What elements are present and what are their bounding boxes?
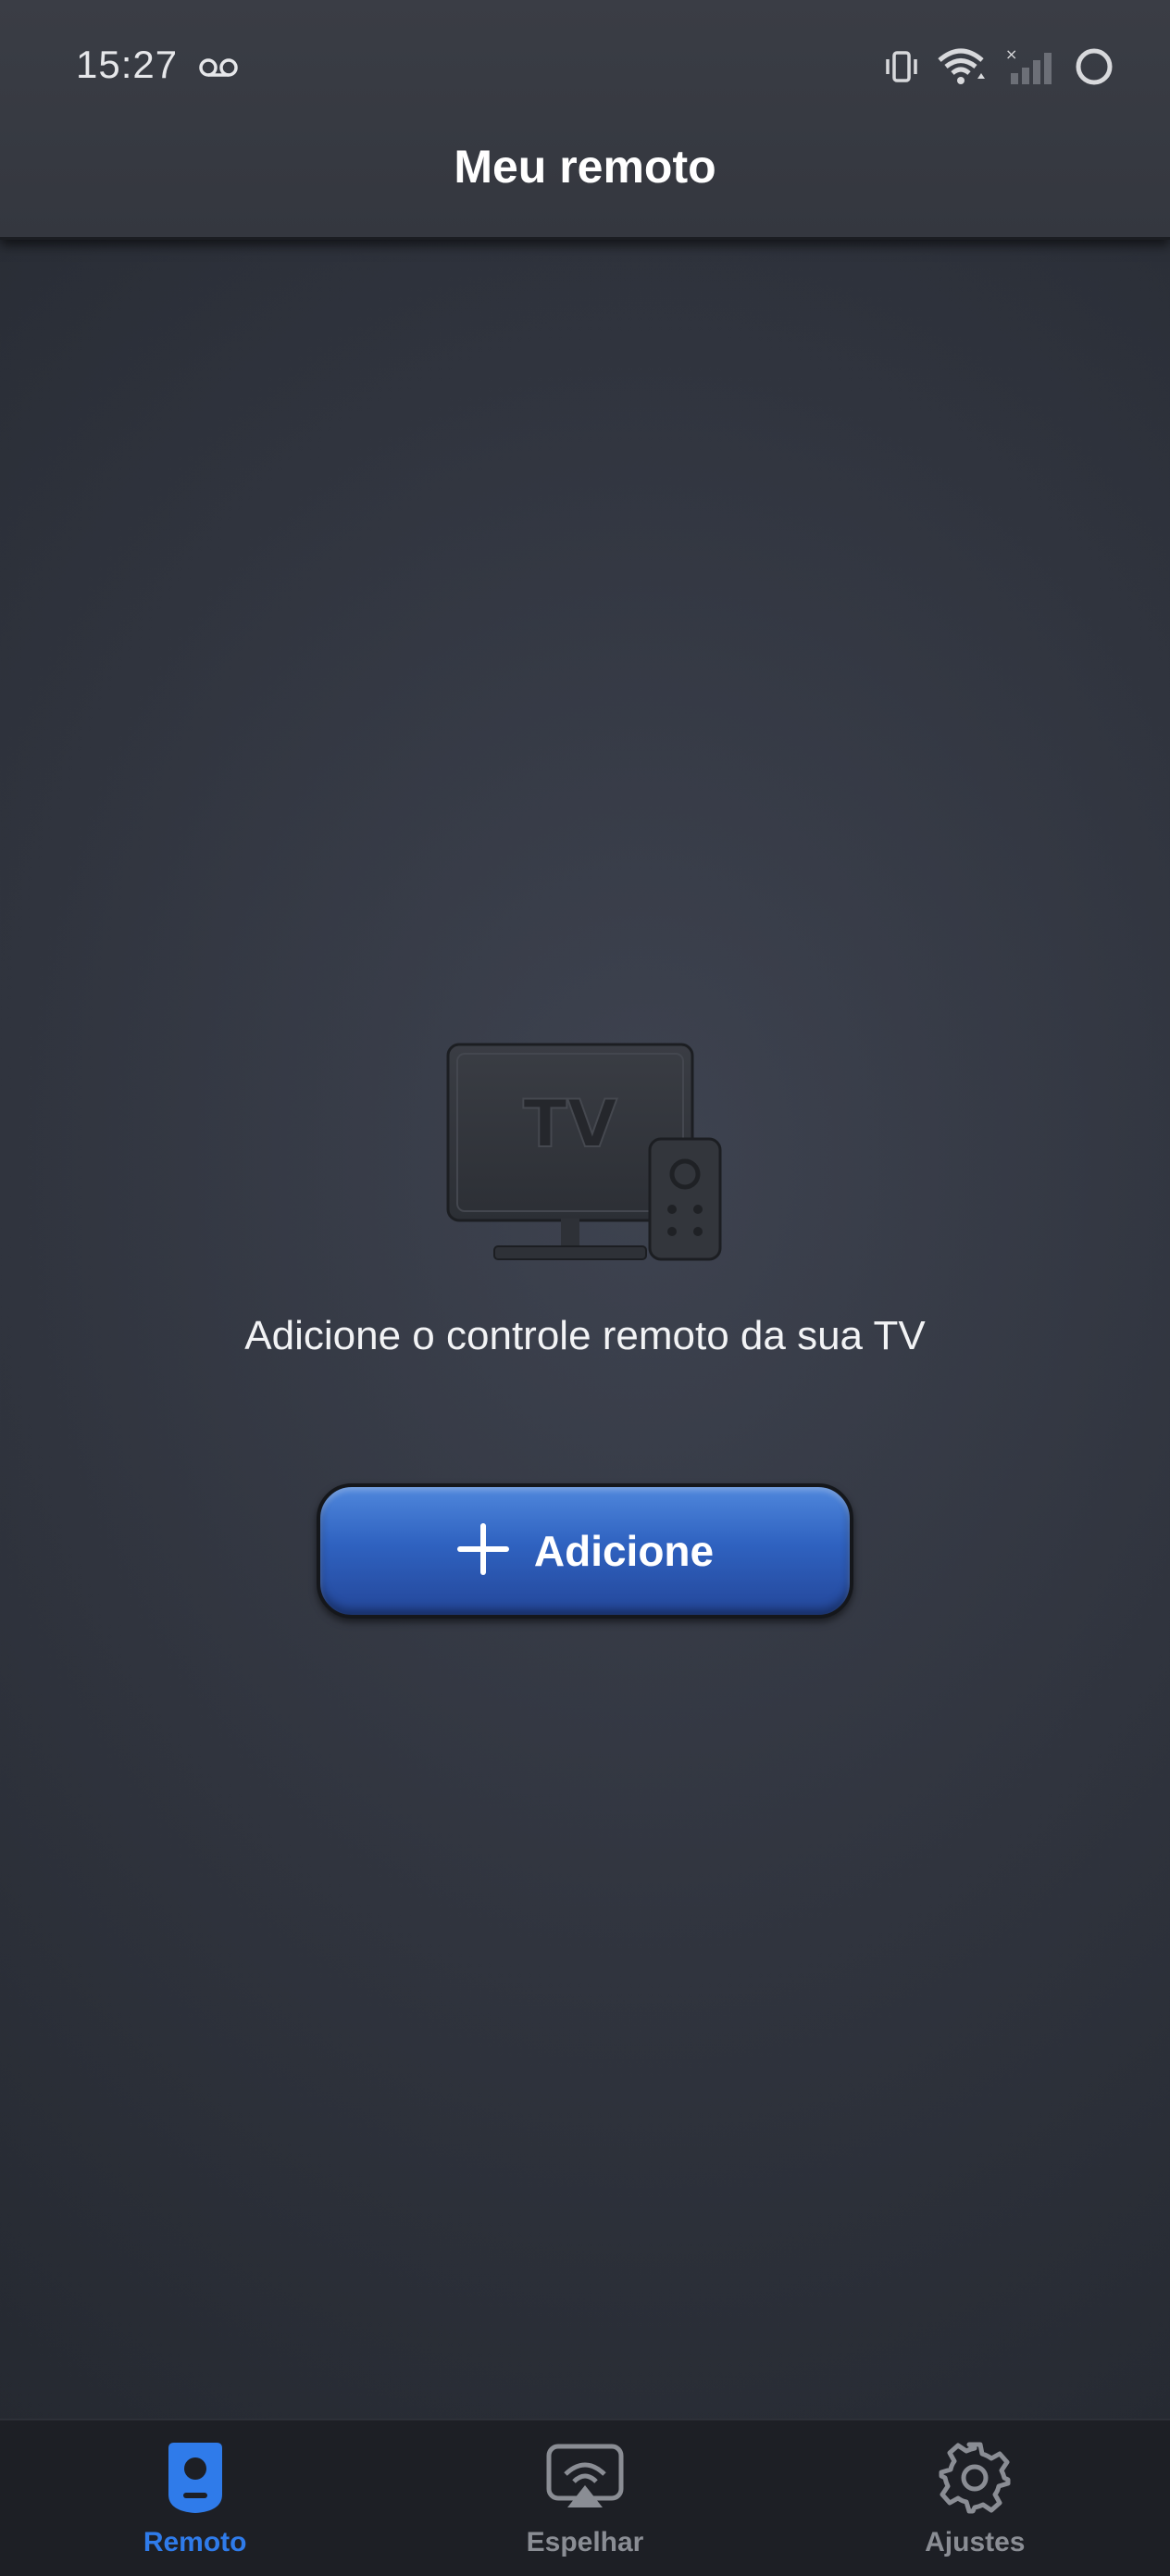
- add-remote-button[interactable]: Adicione: [317, 1483, 853, 1619]
- screen-mirror-icon: [545, 2441, 625, 2520]
- svg-text:×: ×: [1005, 47, 1017, 63]
- tv-illustration-label: TV: [523, 1086, 617, 1162]
- voicemail-icon: [198, 57, 239, 82]
- nav-item-ajustes[interactable]: Ajustes: [780, 2420, 1170, 2576]
- nav-label-ajustes: Ajustes: [925, 2527, 1026, 2557]
- nav-item-remoto[interactable]: Remoto: [0, 2420, 390, 2576]
- status-icons: ×: [883, 45, 1114, 92]
- tv-remote-icon: TV: [444, 1037, 726, 1273]
- app-bar: Meu remoto: [0, 102, 1170, 231]
- status-time: 15:27: [76, 43, 179, 86]
- page-title: Meu remoto: [454, 141, 716, 193]
- plus-icon: [456, 1522, 510, 1581]
- nav-item-espelhar[interactable]: Espelhar: [390, 2420, 779, 2576]
- bottom-nav: Remoto Espelhar Ajustes: [0, 2419, 1170, 2576]
- nav-label-remoto: Remoto: [143, 2527, 247, 2557]
- battery-ring-icon: [1074, 46, 1114, 92]
- empty-state-message: Adicione o controle remoto da sua TV: [244, 1313, 926, 1358]
- remote-icon: [163, 2441, 228, 2520]
- gear-icon: [938, 2441, 1012, 2520]
- vibrate-icon: [883, 50, 920, 88]
- signal-icon: ×: [1005, 45, 1057, 91]
- nav-label-espelhar: Espelhar: [526, 2527, 644, 2557]
- add-button-label: Adicione: [533, 1527, 715, 1575]
- wifi-icon: [937, 47, 989, 91]
